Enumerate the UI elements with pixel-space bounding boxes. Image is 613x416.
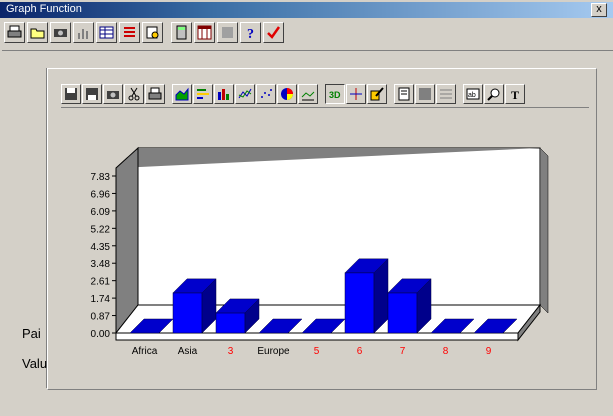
title-button[interactable]: T: [505, 84, 525, 104]
checkmark-icon: [267, 26, 281, 39]
horizontal-bar-icon: [197, 89, 209, 99]
open-folder-icon: [30, 28, 45, 39]
horizontal-bar-button[interactable]: [193, 84, 213, 104]
confirm-button[interactable]: [263, 22, 284, 43]
bar-chart-button[interactable]: [73, 22, 94, 43]
3d-toggle-button[interactable]: 3D: [325, 84, 345, 104]
pie-chart-button[interactable]: [277, 84, 297, 104]
list-button[interactable]: [119, 22, 140, 43]
settings-icon: [146, 26, 159, 39]
edit-icon: [370, 87, 384, 101]
main-toolbar: ?: [4, 22, 286, 48]
chart-save-as-button[interactable]: [82, 84, 102, 104]
vertical-bar-button[interactable]: [214, 84, 234, 104]
save-icon: [65, 88, 77, 100]
grid-icon: [197, 25, 212, 40]
chart-panel: [47, 68, 597, 390]
table-icon: [99, 26, 114, 39]
close-icon: x: [596, 3, 602, 15]
title-bar: Graph Function x: [0, 2, 613, 18]
settings-button[interactable]: [142, 22, 163, 43]
grid-lines-icon: [440, 89, 452, 99]
camera-icon: [107, 91, 119, 99]
chart-toolbar: 3D ab T: [61, 81, 589, 108]
svg-text:3D: 3D: [329, 90, 341, 100]
close-button[interactable]: x: [591, 3, 607, 17]
bar-chart-icon: [78, 29, 88, 39]
pie-chart-icon: [281, 88, 293, 100]
chart-save-button[interactable]: [61, 84, 81, 104]
svg-text:?: ?: [247, 27, 254, 40]
camera-icon: [54, 29, 67, 37]
chart-cut-button[interactable]: [124, 84, 144, 104]
area-chart-icon: [175, 87, 189, 101]
camera-button[interactable]: [50, 22, 71, 43]
title-icon: T: [511, 88, 519, 101]
pair-label: Pai: [22, 326, 41, 341]
scissors-icon: [128, 87, 140, 101]
disk-icon: [222, 27, 233, 38]
graph-function-window: Graph Function x ? Pai Valu 3D ab T 0.00…: [0, 0, 613, 415]
document-icon: [398, 87, 410, 101]
fill-button[interactable]: [415, 84, 435, 104]
svg-text:T: T: [511, 88, 519, 101]
table-button[interactable]: [96, 22, 117, 43]
list-icon: [124, 27, 135, 37]
grid-button[interactable]: [194, 22, 215, 43]
chart-print-button[interactable]: [145, 84, 165, 104]
disk-button[interactable]: [217, 22, 238, 43]
open-button[interactable]: [27, 22, 48, 43]
grid-lines-button[interactable]: [436, 84, 456, 104]
value-label: Valu: [22, 356, 48, 371]
line-area-button[interactable]: [298, 84, 318, 104]
area-chart-button[interactable]: [172, 84, 192, 104]
line-chart-icon: [238, 88, 252, 99]
3d-toggle-icon: 3D: [329, 90, 341, 100]
document-button[interactable]: [394, 84, 414, 104]
print-icon: [148, 87, 162, 100]
svg-text:ab: ab: [468, 92, 476, 99]
text-label-icon: ab: [466, 88, 480, 100]
zoom-icon: [487, 88, 500, 101]
fill-icon: [419, 88, 431, 100]
text-label-button[interactable]: ab: [463, 84, 483, 104]
rotate-icon: [350, 88, 362, 100]
calculator-icon: [176, 25, 187, 40]
scatter-chart-button[interactable]: [256, 84, 276, 104]
help-button[interactable]: ?: [240, 22, 261, 43]
scatter-chart-icon: [261, 89, 272, 98]
line-chart-button[interactable]: [235, 84, 255, 104]
window-title: Graph Function: [6, 3, 82, 15]
rotate-button[interactable]: [346, 84, 366, 104]
edit-button[interactable]: [367, 84, 387, 104]
print-button[interactable]: [4, 22, 25, 43]
bar-chart-icon: [218, 89, 229, 100]
chart-camera-button[interactable]: [103, 84, 123, 104]
line-area-icon: [301, 91, 315, 101]
print-icon: [7, 25, 22, 38]
calculator-button[interactable]: [171, 22, 192, 43]
help-icon: ?: [247, 27, 254, 40]
save-as-icon: [86, 88, 98, 100]
zoom-button[interactable]: [484, 84, 504, 104]
